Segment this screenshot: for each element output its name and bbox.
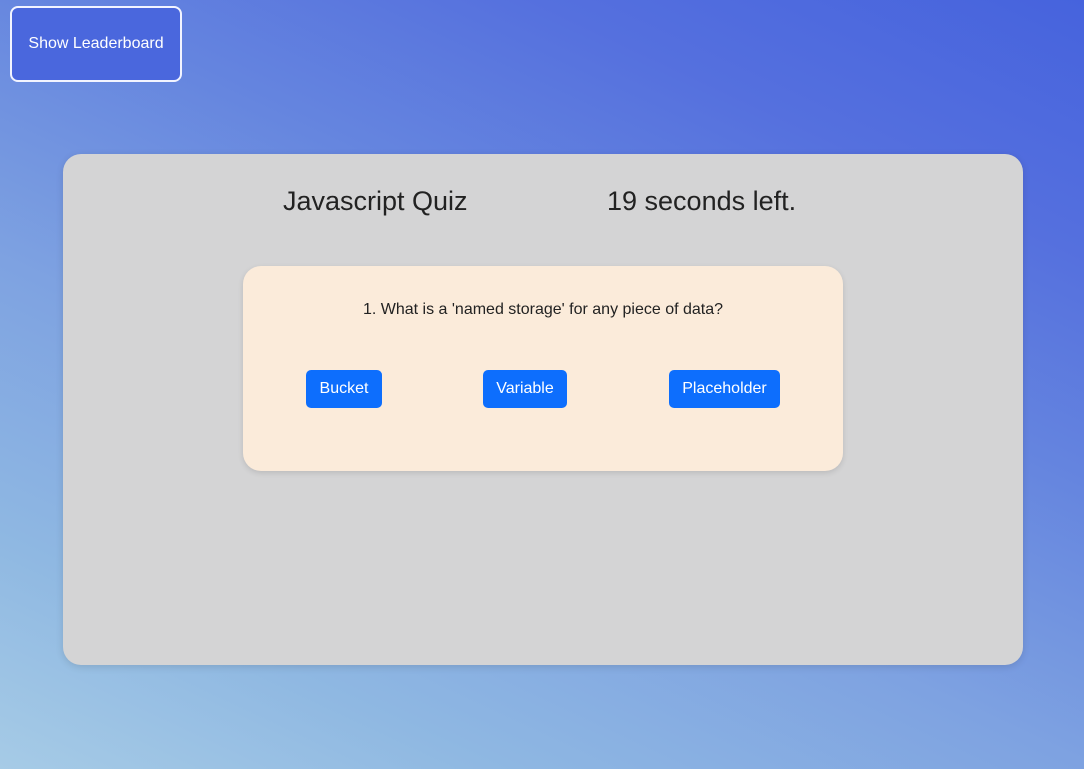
show-leaderboard-button[interactable]: Show Leaderboard <box>10 6 182 82</box>
question-text: 1. What is a 'named storage' for any pie… <box>362 301 724 318</box>
answer-button-placeholder[interactable]: Placeholder <box>669 370 780 408</box>
quiz-panel: Javascript Quiz 19 seconds left. 1. What… <box>63 154 1023 665</box>
question-card: 1. What is a 'named storage' for any pie… <box>243 266 843 471</box>
timer-text: 19 seconds left. <box>607 186 797 216</box>
quiz-title: Javascript Quiz <box>283 186 468 216</box>
answer-button-variable[interactable]: Variable <box>483 370 567 408</box>
answer-button-bucket[interactable]: Bucket <box>306 370 382 408</box>
